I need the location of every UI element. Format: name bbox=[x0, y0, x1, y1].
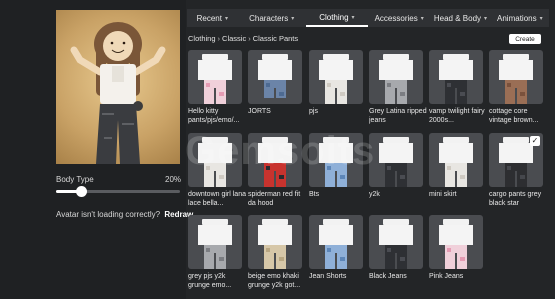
item-name: Hello kitty pants/pjs/emo/... bbox=[188, 108, 240, 124]
item-thumbnail[interactable] bbox=[369, 133, 423, 187]
catalog-item[interactable]: y2k bbox=[369, 133, 423, 199]
body-type-slider[interactable] bbox=[56, 186, 180, 197]
reload-row: Avatar isn't loading correctly? Redraw bbox=[56, 210, 193, 219]
tab-animations[interactable]: Animations ▾ bbox=[491, 9, 549, 27]
item-name: Black Jeans bbox=[369, 273, 407, 280]
catalog-item[interactable]: beige emo khaki grunge y2k got... bbox=[248, 215, 302, 290]
avatar-panel: 2D Body Type 20% Avatar isn't loading co… bbox=[0, 0, 193, 299]
catalog-item[interactable]: Bts bbox=[309, 133, 363, 199]
item-thumbnail[interactable] bbox=[369, 50, 423, 104]
tab-label: Accessories bbox=[374, 13, 418, 23]
item-thumbnail[interactable] bbox=[188, 50, 242, 104]
item-name: downtown girl lana lace bella... bbox=[188, 191, 246, 207]
category-tabs: Recent ▾ Characters ▾ Clothing ▾ Accessories ▾ H… bbox=[187, 9, 549, 27]
tab-clothing[interactable]: Clothing ▾ bbox=[305, 9, 369, 27]
catalog-item[interactable]: Hello kitty pants/pjs/emo/... bbox=[188, 50, 242, 125]
item-name: Bts bbox=[309, 191, 320, 198]
chevron-down-icon: ▾ bbox=[484, 15, 488, 22]
catalog-item[interactable]: ✓ cargo pants grey black star bbox=[489, 133, 543, 208]
avatar-preview[interactable]: 2D bbox=[56, 10, 180, 164]
item-name: Jean Shorts bbox=[309, 273, 347, 280]
checkmark-icon: ✓ bbox=[530, 136, 540, 146]
item-thumbnail[interactable]: ✓ bbox=[489, 133, 543, 187]
tab-head-body[interactable]: Head & Body ▾ bbox=[430, 9, 490, 27]
item-thumbnail[interactable] bbox=[489, 50, 543, 104]
body-type-label: Body Type bbox=[56, 175, 94, 184]
item-name: cottage core vintage brown... bbox=[489, 108, 539, 124]
item-thumbnail[interactable] bbox=[248, 133, 302, 187]
item-thumbnail[interactable] bbox=[429, 50, 483, 104]
catalog-item[interactable]: cottage core vintage brown... bbox=[489, 50, 543, 125]
catalog-item[interactable]: pjs bbox=[309, 50, 363, 116]
item-thumbnail[interactable] bbox=[188, 133, 242, 187]
item-name: beige emo khaki grunge y2k got... bbox=[248, 273, 301, 289]
catalog-item[interactable]: Jean Shorts bbox=[309, 215, 363, 281]
tab-label: Animations bbox=[497, 13, 537, 23]
catalog-item[interactable]: downtown girl lana lace bella... bbox=[188, 133, 246, 208]
item-name: JORTS bbox=[248, 108, 271, 115]
item-thumbnail[interactable] bbox=[429, 133, 483, 187]
item-name: spiderman red fit da hood bbox=[248, 191, 301, 207]
item-thumbnail[interactable] bbox=[248, 50, 302, 104]
item-name: grey pjs y2k grunge emo... bbox=[188, 273, 232, 289]
item-thumbnail[interactable] bbox=[369, 215, 423, 269]
item-thumbnail[interactable] bbox=[309, 50, 363, 104]
create-button[interactable]: Create bbox=[509, 34, 541, 44]
tab-recent[interactable]: Recent ▾ bbox=[187, 9, 238, 27]
item-name: cargo pants grey black star bbox=[489, 191, 542, 207]
item-thumbnail[interactable] bbox=[429, 215, 483, 269]
avatar-figure bbox=[70, 22, 166, 164]
chevron-down-icon: ▾ bbox=[351, 14, 355, 21]
item-grid: Hello kitty pants/pjs/emo/... JORTS pjs Gre… bbox=[188, 50, 550, 299]
tab-label: Characters bbox=[249, 13, 289, 23]
item-name: y2k bbox=[369, 191, 380, 198]
catalog-item[interactable]: spiderman red fit da hood bbox=[248, 133, 302, 208]
breadcrumb-item[interactable]: Classic bbox=[222, 34, 246, 43]
breadcrumb: Clothing › Classic › Classic Pants bbox=[188, 34, 298, 43]
chevron-down-icon: ▾ bbox=[291, 15, 295, 22]
item-name: pjs bbox=[309, 108, 318, 115]
tab-label: Recent bbox=[196, 13, 222, 23]
chevron-down-icon: ▾ bbox=[224, 15, 228, 22]
item-thumbnail[interactable] bbox=[188, 215, 242, 269]
breadcrumb-item[interactable]: Clothing bbox=[188, 34, 216, 43]
catalog-item[interactable]: JORTS bbox=[248, 50, 302, 116]
catalog-item[interactable]: grey pjs y2k grunge emo... bbox=[188, 215, 242, 290]
slider-thumb[interactable] bbox=[75, 186, 87, 197]
catalog-item[interactable]: mini skirt bbox=[429, 133, 483, 199]
item-name: vamp twilight fairy 2000s... bbox=[429, 108, 485, 124]
item-thumbnail[interactable] bbox=[309, 215, 363, 269]
item-name: Pink Jeans bbox=[429, 273, 464, 280]
tab-label: Head & Body bbox=[433, 13, 482, 23]
tab-label: Clothing bbox=[319, 12, 349, 22]
tab-characters[interactable]: Characters ▾ bbox=[238, 9, 306, 27]
item-name: Grey Latina ripped jeans bbox=[369, 108, 427, 124]
item-name: mini skirt bbox=[429, 191, 457, 198]
chevron-down-icon: ▾ bbox=[420, 15, 424, 22]
catalog-item[interactable]: vamp twilight fairy 2000s... bbox=[429, 50, 485, 125]
chevron-down-icon: ▾ bbox=[539, 15, 543, 22]
catalog-item[interactable]: Grey Latina ripped jeans bbox=[369, 50, 427, 125]
catalog-item[interactable]: Black Jeans bbox=[369, 215, 423, 281]
body-type-value: 20% bbox=[165, 175, 182, 184]
item-thumbnail[interactable] bbox=[309, 133, 363, 187]
item-thumbnail[interactable] bbox=[248, 215, 302, 269]
chevron-right-icon: › bbox=[217, 34, 221, 43]
catalog-item[interactable]: Pink Jeans bbox=[429, 215, 483, 281]
tab-accessories[interactable]: Accessories ▾ bbox=[368, 9, 430, 27]
breadcrumb-item: Classic Pants bbox=[252, 34, 299, 43]
reload-text: Avatar isn't loading correctly? bbox=[56, 210, 161, 219]
chevron-right-icon: › bbox=[248, 34, 251, 43]
